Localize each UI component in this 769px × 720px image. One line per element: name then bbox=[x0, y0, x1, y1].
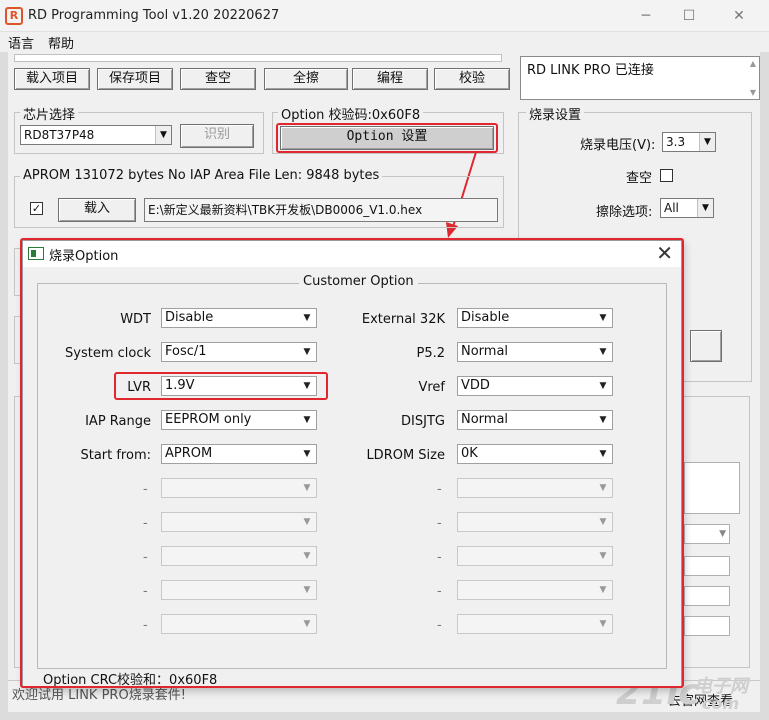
minimize-icon[interactable]: ─ bbox=[635, 6, 657, 26]
dialog-highlight bbox=[20, 238, 684, 688]
erase-all-button[interactable]: 全擦 bbox=[264, 68, 348, 90]
lvr-highlight bbox=[114, 372, 328, 400]
progress-bar bbox=[14, 54, 502, 62]
connection-status-box: RD LINK PRO 已连接 ▲ ▼ bbox=[520, 56, 760, 100]
scroll-up-icon[interactable]: ▲ bbox=[750, 59, 756, 68]
window-title: RD Programming Tool v1.20 20220627 bbox=[28, 8, 280, 23]
option-group-label: Option 校验码:0x60F8 bbox=[278, 104, 424, 123]
chevron-down-icon: ▼ bbox=[155, 126, 171, 144]
erase-option-dropdown[interactable]: All ▼ bbox=[660, 198, 714, 218]
side-button[interactable] bbox=[690, 330, 722, 362]
file-enable-checkbox[interactable]: ✓ bbox=[30, 202, 43, 215]
watermark-domain: com bbox=[702, 694, 740, 713]
chip-select-label: 芯片选择 bbox=[20, 104, 79, 123]
chevron-down-icon: ▼ bbox=[697, 199, 713, 217]
background-dropdown: ▼ bbox=[684, 524, 730, 544]
erase-option-value: All bbox=[664, 201, 679, 215]
voltage-label: 烧录电压(V): bbox=[580, 138, 656, 153]
load-file-button[interactable]: 载入 bbox=[58, 198, 136, 222]
menu-language[interactable]: 语言 bbox=[8, 33, 34, 52]
program-button[interactable]: 编程 bbox=[352, 68, 428, 90]
chip-select-dropdown[interactable]: RD8T37P48 ▼ bbox=[20, 125, 172, 145]
scroll-down-icon[interactable]: ▼ bbox=[750, 88, 756, 97]
file-info-label: APROM 131072 bytes No IAP Area File Len:… bbox=[20, 168, 383, 183]
erase-option-label: 擦除选项: bbox=[596, 205, 653, 220]
background-field bbox=[684, 586, 730, 606]
option-button-highlight bbox=[276, 123, 498, 153]
close-icon[interactable]: ✕ bbox=[728, 6, 750, 26]
blank-check-label: 查空 bbox=[626, 171, 653, 186]
load-project-button[interactable]: 载入项目 bbox=[14, 68, 90, 90]
burn-settings-label: 烧录设置 bbox=[526, 104, 585, 123]
file-path-field[interactable]: E:\新定义最新资料\TBK开发板\DB0006_V1.0.hex bbox=[144, 198, 498, 222]
save-project-button[interactable]: 保存项目 bbox=[97, 68, 173, 90]
blank-check-checkbox[interactable] bbox=[660, 169, 673, 182]
chip-select-value: RD8T37P48 bbox=[24, 128, 95, 142]
blank-check-button[interactable]: 查空 bbox=[180, 68, 256, 90]
voltage-dropdown[interactable]: 3.3 ▼ bbox=[662, 132, 716, 152]
identify-button[interactable]: 识别 bbox=[180, 124, 254, 148]
menu-bar bbox=[0, 32, 769, 52]
maximize-icon[interactable]: ☐ bbox=[678, 6, 700, 26]
app-logo-icon: R bbox=[5, 7, 23, 25]
background-field bbox=[684, 616, 730, 636]
connection-status-text: RD LINK PRO 已连接 bbox=[527, 63, 654, 78]
chevron-down-icon: ▼ bbox=[699, 133, 715, 151]
background-field bbox=[684, 556, 730, 576]
voltage-value: 3.3 bbox=[666, 135, 686, 149]
background-field bbox=[684, 462, 740, 514]
menu-help[interactable]: 帮助 bbox=[48, 33, 74, 52]
verify-button[interactable]: 校验 bbox=[434, 68, 510, 90]
